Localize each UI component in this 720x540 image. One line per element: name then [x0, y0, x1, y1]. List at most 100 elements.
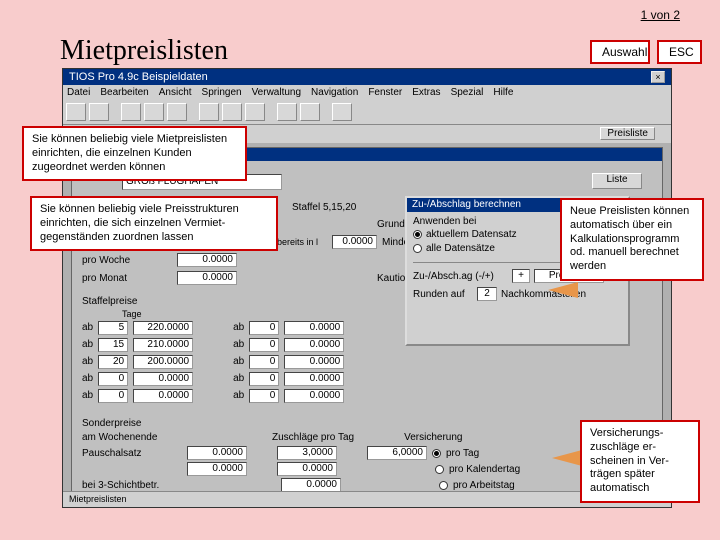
- radio-label: pro Tag: [446, 448, 479, 459]
- staffel-n[interactable]: 0: [249, 355, 279, 369]
- status-left: Mietpreislisten: [69, 494, 127, 505]
- field-prozst[interactable]: 0.0000: [332, 235, 377, 249]
- page-title: Mietpreislisten: [60, 35, 228, 67]
- staffel-v[interactable]: 210.0000: [133, 338, 193, 352]
- toolbar-button[interactable]: [277, 103, 297, 121]
- menu-item[interactable]: Extras: [412, 87, 440, 98]
- menu-item[interactable]: Ansicht: [159, 87, 192, 98]
- field-val[interactable]: 0.0000: [277, 462, 337, 476]
- toolbar-button[interactable]: [66, 103, 86, 121]
- auswahl-button[interactable]: Auswahl: [590, 40, 650, 64]
- close-icon[interactable]: ×: [651, 71, 665, 83]
- label-wochenende: am Wochenende: [82, 432, 182, 443]
- toolbar-button[interactable]: [332, 103, 352, 121]
- arrow-icon: [552, 450, 582, 466]
- menu-item[interactable]: Verwaltung: [252, 87, 301, 98]
- menu-item[interactable]: Spezial: [451, 87, 484, 98]
- staffel-n[interactable]: 0: [98, 389, 128, 403]
- label-runden: Runden auf: [413, 289, 473, 300]
- preisliste-button[interactable]: Preisliste: [600, 127, 655, 140]
- field-val[interactable]: 0.0000: [187, 462, 247, 476]
- staffel-v[interactable]: 0.0000: [133, 372, 193, 386]
- radio-current[interactable]: [413, 230, 422, 239]
- callout-1: Sie können beliebig viele Mietpreis­list…: [22, 126, 247, 181]
- staffel-v[interactable]: 0.0000: [284, 355, 344, 369]
- staffel-v[interactable]: 0.0000: [284, 389, 344, 403]
- toolbar-button[interactable]: [144, 103, 164, 121]
- staffel-n[interactable]: 5: [98, 321, 128, 335]
- radio-all[interactable]: [413, 244, 422, 253]
- menu-item[interactable]: Datei: [67, 87, 90, 98]
- label-zuschlag: Zuschläge pro Tag: [272, 432, 354, 443]
- staffel-n[interactable]: 0: [98, 372, 128, 386]
- staffel-v[interactable]: 0.0000: [133, 389, 193, 403]
- staffel-v[interactable]: 0.0000: [284, 372, 344, 386]
- staffel-n[interactable]: 0: [249, 321, 279, 335]
- staffel-ab: ab: [82, 356, 93, 367]
- window-title: TIOS Pro 4.9c Beispieldaten: [69, 71, 208, 83]
- staffel-ab: ab: [233, 322, 244, 333]
- radio-label: alle Datensätze: [426, 243, 495, 254]
- dialog-title: Zu-/Abschlag berechnen: [412, 199, 521, 211]
- radio-label: pro Arbeitstag: [453, 480, 515, 491]
- field-runden[interactable]: 2: [477, 287, 497, 301]
- radio-label: aktuellem Datensatz: [426, 229, 517, 240]
- staffel-title: Staffel 5,15,20: [292, 202, 356, 213]
- field-val[interactable]: 0.0000: [281, 478, 341, 492]
- field-pauschal[interactable]: 0.0000: [187, 446, 247, 460]
- toolbar-button[interactable]: [222, 103, 242, 121]
- field-promonat[interactable]: 0.0000: [177, 271, 237, 285]
- field-prowoche[interactable]: 0.0000: [177, 253, 237, 267]
- arrow-icon: [548, 282, 578, 298]
- toolbar-button[interactable]: [89, 103, 109, 121]
- staffel-ab: ab: [233, 356, 244, 367]
- staffel-n[interactable]: 0: [249, 372, 279, 386]
- staffel-ab: ab: [233, 390, 244, 401]
- label-bereits: bereits in l: [277, 237, 327, 247]
- radio-protag[interactable]: [432, 449, 441, 458]
- label-3schicht: bei 3-Schichtbetr.: [82, 480, 182, 491]
- radio-kalendertag[interactable]: [435, 465, 444, 474]
- field-versich[interactable]: 6,0000: [367, 446, 427, 460]
- toolbar: [63, 100, 671, 125]
- staffel-ab: ab: [233, 339, 244, 350]
- radio-label: pro Kalendertag: [449, 464, 520, 475]
- label-promonat: pro Monat: [82, 273, 172, 284]
- toolbar-button[interactable]: [245, 103, 265, 121]
- staffel-n[interactable]: 0: [249, 338, 279, 352]
- radio-arbeitstag[interactable]: [439, 481, 448, 490]
- staffel-v[interactable]: 220.0000: [133, 321, 193, 335]
- callout-3: Neue Preislisten können automatisch über…: [560, 198, 704, 281]
- staffel-n[interactable]: 20: [98, 355, 128, 369]
- menu-item[interactable]: Bearbeiten: [100, 87, 148, 98]
- menu-item[interactable]: Fenster: [368, 87, 402, 98]
- label-pauschal: Pauschalsatz: [82, 448, 182, 459]
- sonder-header: Sonderpreise: [82, 418, 652, 429]
- callout-4: Versicherungs­zuschläge er­scheinen in V…: [580, 420, 700, 503]
- staffel-n[interactable]: 15: [98, 338, 128, 352]
- label-prowoche: pro Woche: [82, 255, 172, 266]
- menu-bar: Datei Bearbeiten Ansicht Springen Verwal…: [63, 85, 671, 100]
- menu-item[interactable]: Hilfe: [493, 87, 513, 98]
- staffel-ab: ab: [233, 373, 244, 384]
- staffel-n[interactable]: 0: [249, 389, 279, 403]
- toolbar-button[interactable]: [167, 103, 187, 121]
- callout-2: Sie können beliebig viele Preisstrukture…: [30, 196, 278, 251]
- label-zu: Zu-/Absch.ag (-/+): [413, 271, 508, 282]
- field-zuschlag[interactable]: 3,0000: [277, 446, 337, 460]
- toolbar-button[interactable]: [300, 103, 320, 121]
- staffel-v[interactable]: 0.0000: [284, 321, 344, 335]
- menu-item[interactable]: Springen: [202, 87, 242, 98]
- esc-button[interactable]: ESC: [657, 40, 702, 64]
- field-zu-sign[interactable]: +: [512, 269, 530, 283]
- label-versicherung: Versicherung: [404, 432, 462, 443]
- toolbar-button[interactable]: [121, 103, 141, 121]
- page-number: 1 von 2: [641, 8, 680, 22]
- staffel-v[interactable]: 200.0000: [133, 355, 193, 369]
- liste-button[interactable]: Liste: [592, 173, 642, 189]
- window-title-bar: TIOS Pro 4.9c Beispieldaten ×: [63, 69, 671, 85]
- toolbar-button[interactable]: [199, 103, 219, 121]
- menu-item[interactable]: Navigation: [311, 87, 358, 98]
- staffel-ab: ab: [82, 390, 93, 401]
- staffel-v[interactable]: 0.0000: [284, 338, 344, 352]
